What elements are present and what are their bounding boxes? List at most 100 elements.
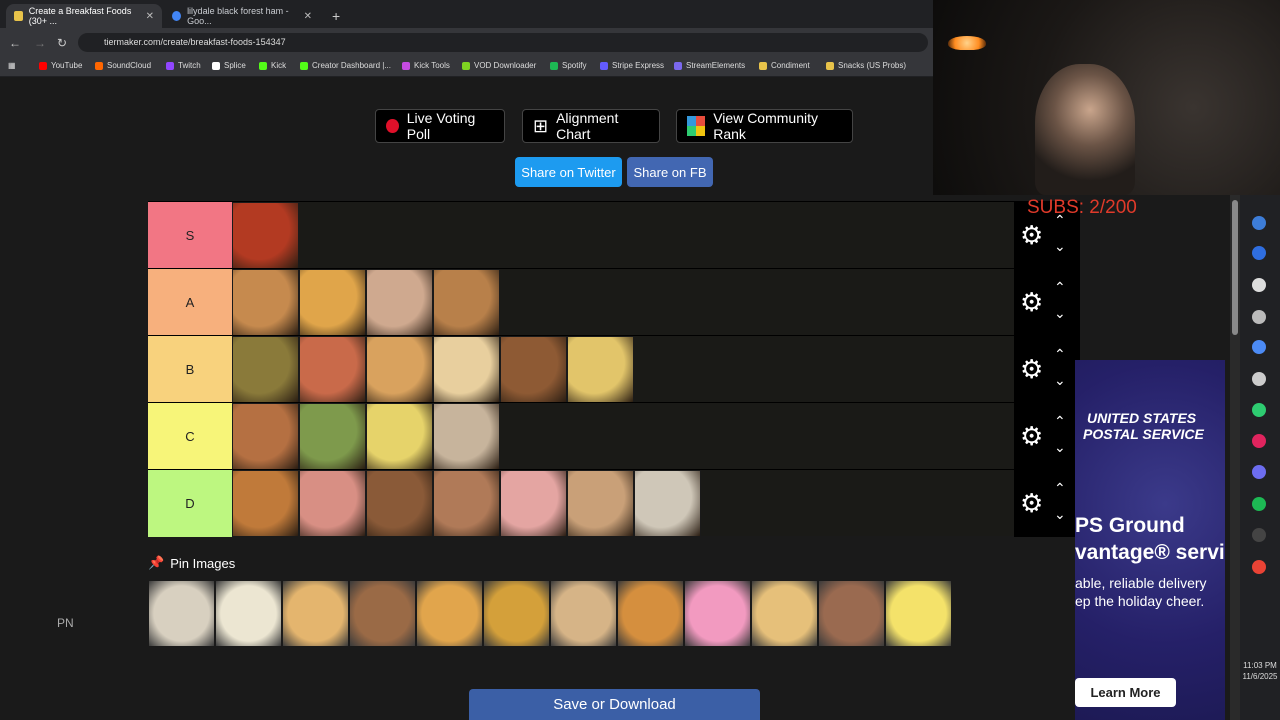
food-image[interactable] [634,470,701,537]
usps-ad[interactable]: UNITED STATES POSTAL SERVICE PS Ground v… [1075,360,1225,720]
food-image[interactable] [349,580,416,647]
app-icon[interactable] [1252,403,1266,417]
chrome-icon[interactable] [1252,560,1266,574]
tab-tiermaker[interactable]: Create a Breakfast Foods (30+ ... ✕ [6,4,162,28]
bookmark-twitch[interactable]: Twitch [166,61,201,70]
food-image[interactable] [433,403,500,470]
food-image[interactable] [299,336,366,403]
food-image[interactable] [500,336,567,403]
bookmark-vod-downloader[interactable]: VOD Downloader [462,61,536,70]
close-icon[interactable]: ✕ [304,11,312,22]
app-icon[interactable] [1252,310,1266,324]
chevron-up-icon[interactable]: ⌃ [1054,480,1066,497]
food-image[interactable] [366,470,433,537]
close-icon[interactable]: ✕ [146,11,154,22]
app-icon[interactable] [1252,372,1266,386]
app-icon[interactable] [1252,278,1266,292]
url-field[interactable]: tiermaker.com/create/breakfast-foods-154… [78,33,928,52]
chevron-down-icon[interactable]: ⌄ [1054,506,1066,523]
share-twitter-button[interactable]: Share on Twitter [515,157,622,187]
chevron-down-icon[interactable]: ⌄ [1054,305,1066,322]
bookmark-kick-tools[interactable]: Kick Tools [402,61,450,70]
app-icon[interactable] [1252,246,1266,260]
tab-google[interactable]: lilydale black forest ham - Goo... ✕ [164,4,320,28]
food-image[interactable] [751,580,818,647]
forward-icon[interactable]: → [34,36,46,50]
food-image[interactable] [433,336,500,403]
gear-icon[interactable]: ⚙ [1020,289,1043,315]
food-image[interactable] [366,336,433,403]
food-image[interactable] [684,580,751,647]
ad-headline-2: vantage® servic [1075,541,1225,564]
food-image[interactable] [433,470,500,537]
gear-icon[interactable]: ⚙ [1020,222,1043,248]
gear-icon[interactable]: ⚙ [1020,356,1043,382]
food-image[interactable] [567,470,634,537]
chevron-down-icon[interactable]: ⌄ [1054,238,1066,255]
food-image[interactable] [550,580,617,647]
learn-more-button[interactable]: Learn More [1075,678,1176,707]
food-image[interactable] [282,580,349,647]
chevron-up-icon[interactable]: ⌃ [1054,346,1066,363]
food-image[interactable] [567,336,634,403]
chevron-up-icon[interactable]: ⌃ [1054,279,1066,296]
food-image[interactable] [299,269,366,336]
food-image[interactable] [366,269,433,336]
food-image[interactable] [433,269,500,336]
alignment-chart-button[interactable]: ⊞ Alignment Chart [522,109,660,143]
bookmark-streamelements[interactable]: StreamElements [674,61,745,70]
bookmark-stripe[interactable]: Stripe Express [600,61,664,70]
gear-icon[interactable]: ⚙ [1020,423,1043,449]
app-icon[interactable] [1252,216,1266,230]
tier-label[interactable]: B [148,336,232,403]
food-image[interactable] [500,470,567,537]
view-community-rank-button[interactable]: View Community Rank [676,109,853,143]
new-tab-button[interactable]: + [324,4,348,28]
save-download-button[interactable]: Save or Download [469,689,760,720]
bookmark-condiment[interactable]: Condiment [759,61,810,70]
gear-icon[interactable]: ⚙ [1020,490,1043,516]
food-image[interactable] [232,403,299,470]
food-image[interactable] [483,580,550,647]
food-image[interactable] [299,470,366,537]
bookmark-soundcloud[interactable]: SoundCloud [95,61,151,70]
app-icon[interactable] [1252,340,1266,354]
food-image[interactable] [215,580,282,647]
tier-row: B ⚙ ⌃ ⌄ [148,335,1080,403]
bookmark-creator-dashboard[interactable]: Creator Dashboard |... [300,61,391,70]
live-voting-poll-button[interactable]: Live Voting Poll [375,109,505,143]
bookmark-splice[interactable]: Splice [212,61,246,70]
food-image[interactable] [885,580,952,647]
bookmark-youtube[interactable]: YouTube [39,61,82,70]
food-image[interactable] [299,403,366,470]
app-icon[interactable] [1252,528,1266,542]
tier-label[interactable]: A [148,269,232,336]
food-image[interactable] [232,470,299,537]
food-image[interactable] [366,403,433,470]
food-image[interactable] [818,580,885,647]
app-icon[interactable] [1252,497,1266,511]
app-icon[interactable] [1252,465,1266,479]
food-image[interactable] [416,580,483,647]
back-icon[interactable]: ← [9,36,21,50]
bookmark-kick[interactable]: Kick [259,61,286,70]
scrollbar-thumb[interactable] [1232,200,1238,335]
share-fb-button[interactable]: Share on FB [627,157,713,187]
food-image[interactable] [148,580,215,647]
tier-label[interactable]: C [148,403,232,470]
reload-icon[interactable]: ↻ [57,36,67,50]
food-image[interactable] [232,336,299,403]
bookmark-snacks[interactable]: Snacks (US Probs) [826,61,906,70]
tier-label[interactable]: S [148,202,232,269]
food-image[interactable] [232,202,299,269]
food-image[interactable] [232,269,299,336]
food-image[interactable] [617,580,684,647]
apps-icon[interactable]: ▦ [8,61,16,70]
bookmark-spotify[interactable]: Spotify [550,61,586,70]
pin-images-toggle[interactable]: 📌 Pin Images [148,555,235,571]
chevron-up-icon[interactable]: ⌃ [1054,413,1066,430]
app-icon[interactable] [1252,434,1266,448]
chevron-down-icon[interactable]: ⌄ [1054,372,1066,389]
tier-label[interactable]: D [148,470,232,537]
chevron-down-icon[interactable]: ⌄ [1054,439,1066,456]
